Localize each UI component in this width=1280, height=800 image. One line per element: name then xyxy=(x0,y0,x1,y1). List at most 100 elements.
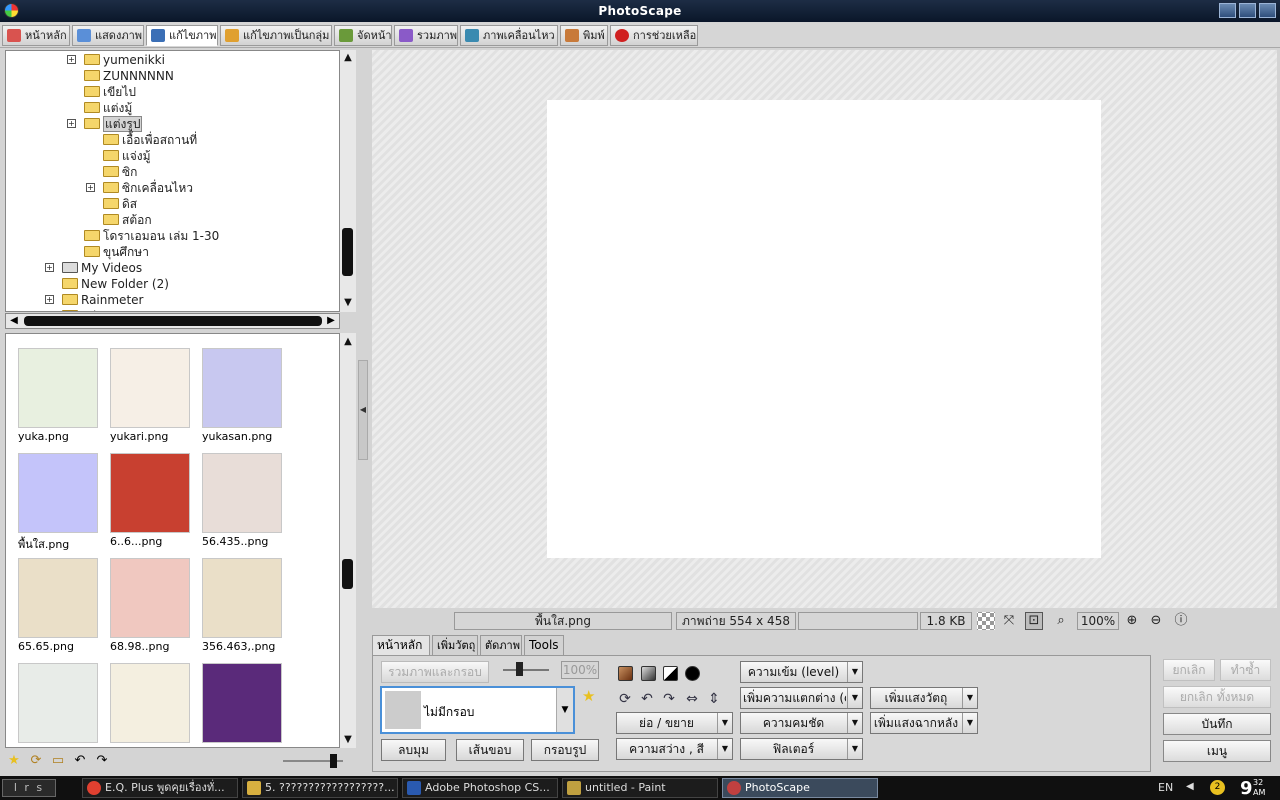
task-photoshop[interactable]: Adobe Photoshop CS... xyxy=(402,778,558,798)
dropdown-arrow-icon[interactable]: ▼ xyxy=(717,739,732,759)
tree-node[interactable]: takenomoto xyxy=(62,308,153,311)
slider-thumb[interactable] xyxy=(516,662,523,676)
thumbnail-item[interactable]: 500px-ENO.png xyxy=(10,663,104,747)
tab-combine[interactable]: รวมภาพ xyxy=(394,25,458,46)
expand-toggle-icon[interactable]: + xyxy=(67,119,76,128)
notification-badge[interactable]: 2 xyxy=(1210,780,1225,795)
thumbnail-item[interactable]: พื้นใส.png xyxy=(10,453,100,553)
tab-help[interactable]: การช่วยเหลือ xyxy=(610,25,698,46)
transparent-bg-icon[interactable] xyxy=(977,612,995,630)
zoom-out-icon[interactable]: ⊖ xyxy=(1147,612,1165,630)
rotate-left-icon[interactable]: ↶ xyxy=(639,691,655,707)
filter-button[interactable]: ฟิลเตอร์ ▼ xyxy=(740,738,863,760)
frame-select[interactable]: ไม่มีกรอบ ▼ xyxy=(380,686,575,734)
grayscale-icon[interactable] xyxy=(641,666,656,681)
redo-button[interactable]: ทำซ้ำ xyxy=(1220,659,1271,681)
dropdown-arrow-icon[interactable]: ▼ xyxy=(847,688,862,708)
round-button[interactable]: ลบมุม xyxy=(381,739,446,761)
scroll-down-icon[interactable]: ▼ xyxy=(341,296,355,310)
rotate-icon[interactable]: ⟳ xyxy=(617,691,633,707)
dropdown-arrow-icon[interactable]: ▼ xyxy=(962,688,977,708)
thumbnail-list[interactable]: yuka.png yukari.png yukasan.png พื้นใส.png 6… xyxy=(5,333,340,748)
brightness-color-button[interactable]: ความสว่าง , สี ▼ xyxy=(616,738,733,760)
start-button[interactable]: l r s xyxy=(2,779,56,797)
tab-print[interactable]: พิมพ์ xyxy=(560,25,608,46)
thumbnail-item[interactable]: yuka.png xyxy=(10,348,100,443)
backlight-button[interactable]: เพิ่มแสงวัตถุ ▼ xyxy=(870,687,978,709)
expand-toggle-icon[interactable]: + xyxy=(67,55,76,64)
thumbnail-item[interactable]: 500px-Suwak... xyxy=(102,663,195,747)
folder-tree[interactable]: + yumenikki ZUNNNNNN เขียไป แต่งมู้ + แต่งรูปเ… xyxy=(5,50,340,312)
image-canvas-area[interactable] xyxy=(372,50,1277,608)
frame-opacity-slider[interactable] xyxy=(503,669,549,671)
thumbnail-item[interactable]: 68.98..png xyxy=(102,558,192,653)
tree-node[interactable]: แต่งมู้ xyxy=(84,100,132,116)
tree-node[interactable]: ZUNNNNNN xyxy=(84,68,174,84)
thumbnail-scrollbar[interactable]: ▲ ▼ xyxy=(340,333,356,748)
tree-node[interactable]: + แต่งรูป xyxy=(67,116,143,132)
dropdown-arrow-icon[interactable]: ▼ xyxy=(717,713,732,733)
close-button[interactable] xyxy=(1259,3,1276,18)
expand-toggle-icon[interactable]: + xyxy=(86,183,95,192)
slider-thumb[interactable] xyxy=(330,754,337,768)
dropdown-arrow-icon[interactable]: ▼ xyxy=(847,713,862,733)
minimize-button[interactable] xyxy=(1219,3,1236,18)
tray-expand-icon[interactable]: ◀ xyxy=(1186,781,1194,792)
frame-button[interactable]: กรอบรูป xyxy=(531,739,599,761)
thumbnail-item[interactable]: 56.435..png xyxy=(194,453,284,548)
scroll-up-icon[interactable]: ▲ xyxy=(341,335,355,349)
tab-viewer[interactable]: แสดงภาพ xyxy=(72,25,144,46)
thumbnail-item[interactable]: 6..6...png xyxy=(102,453,192,548)
language-indicator[interactable]: EN xyxy=(1158,781,1173,794)
thumbnail-item[interactable]: 65.65.png xyxy=(10,558,100,653)
forward-arrow-icon[interactable]: ↷ xyxy=(95,754,109,768)
rotate-right-icon[interactable]: ↷ xyxy=(661,691,677,707)
scroll-right-icon[interactable]: ▶ xyxy=(324,314,338,328)
tree-node[interactable]: ขุนศึกษา xyxy=(84,244,149,260)
expand-toggle-icon[interactable]: + xyxy=(45,263,54,272)
tab-batch-editor[interactable]: แก้ไขภาพเป็นกลุ่ม xyxy=(220,25,332,46)
refresh-folder-icon[interactable]: ⟳ xyxy=(29,754,43,768)
actual-size-icon[interactable]: ⊡ xyxy=(1025,612,1043,630)
magnifier-icon[interactable]: ⌕ xyxy=(1052,612,1070,630)
panel-collapse-handle[interactable]: ◀ xyxy=(358,360,368,460)
fill-light-button[interactable]: เพิ่มแสงฉากหลัง ▼ xyxy=(870,712,978,734)
expand-toggle-icon[interactable]: + xyxy=(45,295,54,304)
scroll-thumb[interactable] xyxy=(342,559,353,589)
negative-icon[interactable] xyxy=(685,666,700,681)
tree-node[interactable]: แจ่งมู้ xyxy=(103,148,151,164)
image-canvas[interactable] xyxy=(547,100,1101,558)
tree-outer-scrollbar[interactable]: ▲ ▼ xyxy=(340,50,356,312)
tree-node[interactable]: New Folder (2) xyxy=(62,276,169,292)
tree-node[interactable]: + yumenikki xyxy=(67,52,165,68)
scroll-down-icon[interactable]: ▼ xyxy=(341,733,355,747)
scroll-left-icon[interactable]: ◀ xyxy=(7,314,21,328)
thumbnail-item[interactable]: yukari.png xyxy=(102,348,192,443)
task-photoscape[interactable]: PhotoScape xyxy=(722,778,878,798)
scroll-thumb[interactable] xyxy=(24,316,322,326)
margin-button[interactable]: เส้นขอบ xyxy=(456,739,524,761)
resize-button[interactable]: ย่อ / ขยาย ▼ xyxy=(616,712,733,734)
back-arrow-icon[interactable]: ↶ xyxy=(73,754,87,768)
star-icon[interactable]: ★ xyxy=(7,754,21,768)
sharpen-button[interactable]: ความคมชัด ▼ xyxy=(740,712,863,734)
dropdown-arrow-icon[interactable]: ▼ xyxy=(962,713,977,733)
maximize-button[interactable] xyxy=(1239,3,1256,18)
thumbnail-item[interactable]: 356.463,.png xyxy=(194,558,284,653)
thumbnail-item[interactable]: 1354.png xyxy=(194,663,284,747)
dropdown-arrow-icon[interactable]: ▼ xyxy=(847,739,862,759)
contrast-button[interactable]: เพิ่มความแตกต่าง (contrast)▼ xyxy=(740,687,863,709)
dropdown-arrow-icon[interactable]: ▼ xyxy=(847,662,862,682)
tree-node[interactable]: + ซิกเคลื่อนไหว xyxy=(86,180,193,196)
sepia-icon[interactable] xyxy=(618,666,633,681)
tree-node[interactable]: ซิก xyxy=(103,164,137,180)
tab-editor[interactable]: แก้ไขภาพ xyxy=(146,25,218,46)
tab-editor-home[interactable]: หน้าหลัก xyxy=(372,635,430,656)
tree-node[interactable]: เขียไป xyxy=(84,84,136,100)
tree-horizontal-scrollbar[interactable]: ◀ ▶ xyxy=(5,313,340,329)
scroll-thumb[interactable] xyxy=(342,228,353,276)
undo-button[interactable]: ยกเลิก xyxy=(1163,659,1215,681)
flip-horizontal-icon[interactable]: ⇔ xyxy=(684,691,700,707)
tree-node[interactable]: โดราเอมอน เล่ม 1-30 xyxy=(84,228,219,244)
open-folder-icon[interactable]: ▭ xyxy=(51,754,65,768)
